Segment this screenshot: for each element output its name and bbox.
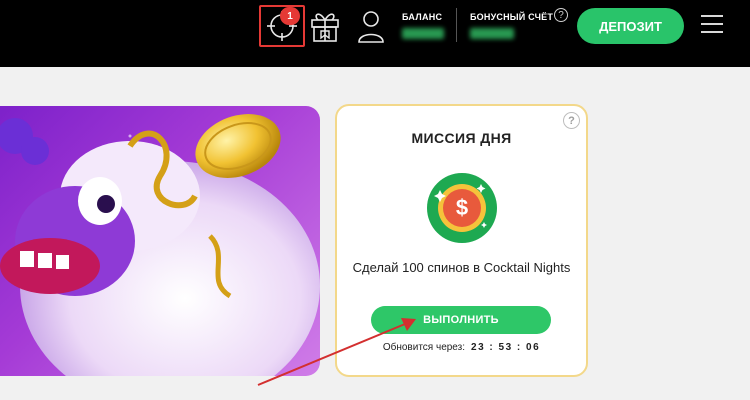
mission-refresh-timer: Обновится через: 23 : 53 : 06 [335, 342, 588, 353]
hamburger-icon[interactable] [700, 12, 724, 36]
bonus-value-blurred [470, 28, 514, 39]
balance-label: БАЛАНС [402, 12, 443, 22]
svg-text:$: $ [456, 195, 468, 220]
bonus-balance-label: БОНУСНЫЙ СЧЁТ [470, 12, 554, 22]
balance-value-blurred [402, 28, 444, 39]
user-icon[interactable] [356, 8, 386, 44]
dollar-coin-icon: $ [427, 173, 497, 243]
mission-help-icon[interactable]: ? [563, 112, 580, 129]
top-header: 1 БАЛАНС БОНУСНЫЙ СЧЁТ ? ДЕПОЗИТ [0, 0, 750, 67]
promo-banner[interactable] [0, 106, 320, 376]
refresh-label: Обновится через: [382, 342, 466, 353]
complete-mission-button[interactable]: ВЫПОЛНИТЬ [371, 306, 551, 334]
missions-count-badge: 1 [280, 7, 300, 25]
refresh-countdown: 23 : 53 : 06 [471, 342, 541, 353]
mission-description: Сделай 100 спинов в Cocktail Nights [352, 260, 571, 275]
gift-icon[interactable] [309, 7, 341, 43]
bonus-help-icon[interactable]: ? [554, 8, 568, 22]
yeti-illustration [0, 114, 320, 376]
mission-title: МИССИЯ ДНЯ [411, 130, 512, 146]
deposit-button[interactable]: ДЕПОЗИТ [577, 8, 684, 44]
header-divider [456, 8, 457, 42]
